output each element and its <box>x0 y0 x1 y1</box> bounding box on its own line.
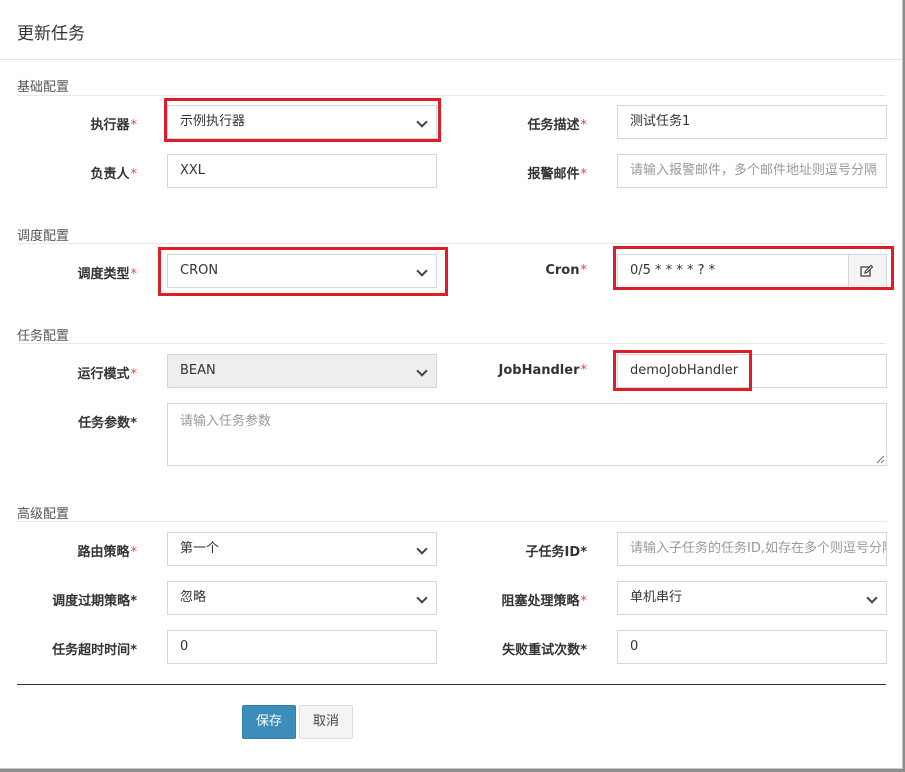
section-divider <box>17 243 886 244</box>
highlight-box <box>164 98 441 142</box>
cancel-button[interactable]: 取消 <box>299 705 353 739</box>
highlight-box <box>613 246 894 290</box>
alarm-email-label: 报警邮件* <box>527 167 587 182</box>
child-job-id-label: 子任务ID* <box>525 545 587 560</box>
child-job-id-input[interactable]: 请输入子任务的任务ID,如存在多个则逗号分隔 <box>617 532 887 566</box>
alarm-email-input[interactable]: 请输入报警邮件，多个邮件地址则逗号分隔 <box>617 154 887 188</box>
cron-label: Cron* <box>545 263 587 278</box>
section-title-schedule: 调度配置 <box>17 229 70 244</box>
section-title-basic: 基础配置 <box>17 80 70 95</box>
modal-title: 更新任务 <box>17 24 85 44</box>
highlight-box <box>613 350 752 391</box>
timeout-input[interactable]: 0 <box>167 630 437 664</box>
section-divider <box>17 343 886 344</box>
save-button[interactable]: 保存 <box>242 705 296 739</box>
fail-retry-input[interactable]: 0 <box>617 630 887 664</box>
block-strategy-select[interactable]: 单机串行 <box>617 581 887 615</box>
modal-header: 更新任务 <box>0 0 902 60</box>
job-param-placeholder: 请输入任务参数 <box>180 414 272 429</box>
fail-retry-label: 失败重试次数* <box>502 643 587 658</box>
job-param-textarea[interactable]: 请输入任务参数 <box>167 403 887 466</box>
route-strategy-select[interactable]: 第一个 <box>167 532 437 566</box>
misfire-strategy-label: 调度过期策略* <box>52 594 137 609</box>
job-desc-input[interactable]: 测试任务1 <box>617 105 887 139</box>
highlight-box <box>158 247 448 296</box>
section-divider <box>17 521 886 522</box>
job-desc-label: 任务描述* <box>527 118 587 133</box>
job-handler-label: JobHandler* <box>498 363 587 378</box>
section-divider <box>17 95 886 96</box>
author-input[interactable]: XXL <box>167 154 437 188</box>
author-label: 负责人* <box>90 167 137 182</box>
glue-type-label: 运行模式* <box>77 367 137 382</box>
update-task-modal: 更新任务 基础配置 执行器* 示例执行器 任务描述* 测试任务1 负责人* XX… <box>0 0 903 769</box>
glue-type-select[interactable]: BEAN <box>167 354 437 388</box>
job-param-label: 任务参数* <box>78 416 137 431</box>
timeout-label: 任务超时时间* <box>52 643 137 658</box>
footer-divider <box>17 684 886 685</box>
executor-label: 执行器* <box>90 118 137 133</box>
block-strategy-label: 阻塞处理策略* <box>501 594 587 609</box>
section-title-task: 任务配置 <box>17 329 70 344</box>
misfire-strategy-select[interactable]: 忽略 <box>167 581 437 615</box>
resize-grip-icon[interactable] <box>875 454 885 464</box>
route-strategy-label: 路由策略* <box>77 545 137 560</box>
schedule-type-label: 调度类型* <box>77 267 137 282</box>
section-title-advanced: 高级配置 <box>17 507 70 522</box>
